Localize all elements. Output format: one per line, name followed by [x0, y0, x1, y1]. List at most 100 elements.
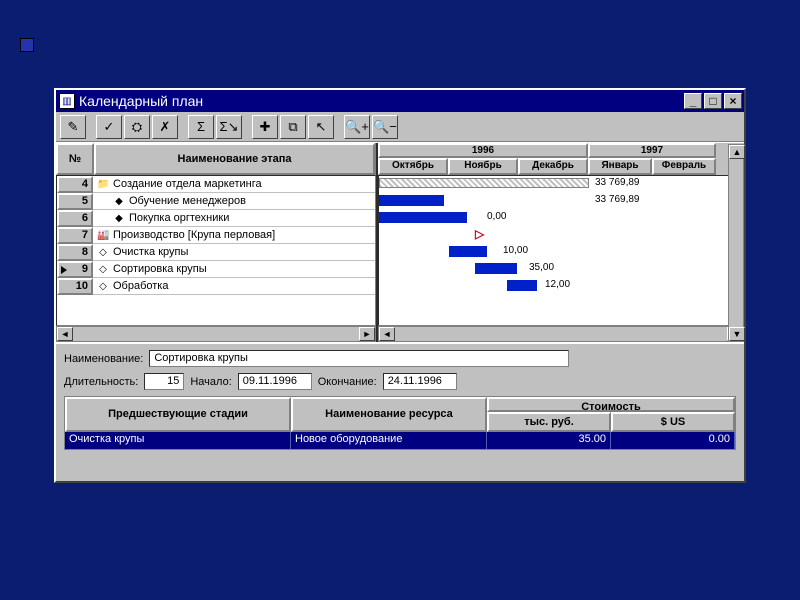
col-number[interactable]: № [56, 143, 94, 175]
titlebar[interactable]: ▥ Календарный план _ □ × [56, 90, 744, 112]
col-cost[interactable]: Стоимость [487, 397, 735, 412]
cell-rub: 35.00 [487, 432, 611, 449]
row-number: 6 [57, 210, 93, 227]
slide-bullet [20, 38, 34, 52]
label-start: Начало: [190, 376, 231, 388]
task-grid: № Наименование этапа 4📁Создание отдела м… [56, 143, 376, 342]
row-number: 5 [57, 193, 93, 210]
pointer-icon[interactable]: ↖ [308, 115, 334, 139]
group-icon[interactable]: ⧉ [280, 115, 306, 139]
scroll-left-icon[interactable]: ◄ [57, 327, 73, 341]
minimize-button[interactable]: _ [684, 93, 702, 109]
gantt-row[interactable]: ▷ [379, 227, 743, 244]
table-row[interactable]: 5◆Обучение менеджеров [57, 193, 375, 210]
scroll-up-icon[interactable]: ▲ [729, 145, 745, 159]
add-icon[interactable]: ✚ [252, 115, 278, 139]
gantt-row[interactable]: 35,00 [379, 261, 743, 278]
app-icon: ▥ [59, 93, 75, 109]
task-rows[interactable]: 4📁Создание отдела маркетинга5◆Обучение м… [56, 175, 376, 326]
row-type-icon: ◇ [97, 264, 109, 275]
zoom-in-icon[interactable]: 🔍+ [344, 115, 370, 139]
table-row[interactable]: 6◆Покупка оргтехники [57, 210, 375, 227]
gantt-value: 10,00 [503, 245, 528, 256]
gantt-row[interactable]: 10,00 [379, 244, 743, 261]
row-number: 4 [57, 176, 93, 193]
gantt-bar[interactable] [449, 246, 487, 257]
label-name: Наименование: [64, 353, 143, 365]
zoom-out-icon[interactable]: 🔍− [372, 115, 398, 139]
start-field[interactable]: 09.11.1996 [238, 373, 312, 390]
row-number: 8 [57, 244, 93, 261]
delete-icon[interactable]: ✗ [152, 115, 178, 139]
sum-icon[interactable]: Σ [188, 115, 214, 139]
scroll-down-icon[interactable]: ▼ [729, 327, 745, 341]
gantt-value: 12,00 [545, 279, 570, 290]
chart-icon[interactable]: ⛭ [124, 115, 150, 139]
gantt-bar[interactable] [507, 280, 537, 291]
row-text: ◇Сортировка крупы [93, 261, 375, 278]
close-button[interactable]: × [724, 93, 742, 109]
gantt-bar[interactable] [475, 263, 517, 274]
work-area: № Наименование этапа 4📁Создание отдела м… [56, 142, 744, 342]
table-row[interactable]: 10◇Обработка [57, 278, 375, 295]
window-title: Календарный план [79, 93, 682, 109]
year-header: 1997 [588, 143, 716, 158]
month-header: Декабрь [518, 158, 588, 175]
gantt-row[interactable]: 12,00 [379, 278, 743, 295]
gantt-years: 19961997 [378, 143, 744, 158]
gantt-bar[interactable] [379, 178, 589, 188]
resource-row[interactable]: Очистка крупы Новое оборудование 35.00 0… [65, 432, 735, 449]
table-row[interactable]: 4📁Создание отдела маркетинга [57, 176, 375, 193]
row-text: ◇Обработка [93, 278, 375, 295]
milestone-icon: ▷ [475, 227, 484, 241]
gantt-bar[interactable] [379, 195, 444, 206]
row-type-icon: 🏭 [97, 230, 109, 241]
label-duration: Длительность: [64, 376, 138, 388]
gantt-row[interactable]: 0,00 [379, 210, 743, 227]
col-stage-name[interactable]: Наименование этапа [94, 143, 375, 175]
gantt-months: ОктябрьНоябрьДекабрьЯнварьФевраль [378, 158, 744, 175]
col-resource[interactable]: Наименование ресурса [291, 397, 487, 432]
col-cost-rub[interactable]: тыс. руб. [487, 412, 611, 432]
cell-predecessor: Очистка крупы [65, 432, 291, 449]
row-number: 9 [57, 261, 93, 278]
row-text: ◆Обучение менеджеров [93, 193, 375, 210]
edit-icon[interactable]: ✎ [60, 115, 86, 139]
h-scrollbar-right[interactable]: ◄ ► [378, 326, 744, 342]
month-header: Октябрь [378, 158, 448, 175]
name-field[interactable]: Сортировка крупы [149, 350, 569, 367]
duration-field[interactable]: 15 [144, 373, 184, 390]
sum2-icon[interactable]: Σ↘ [216, 115, 242, 139]
row-type-icon: ◇ [97, 247, 109, 258]
row-text: ◆Покупка оргтехники [93, 210, 375, 227]
col-cost-usd[interactable]: $ US [611, 412, 735, 432]
col-predecessors[interactable]: Предшествующие стадии [65, 397, 291, 432]
table-row[interactable]: 8◇Очистка крупы [57, 244, 375, 261]
table-row[interactable]: 7🏭Производство [Крупа перловая] [57, 227, 375, 244]
gantt-bar[interactable] [379, 212, 467, 223]
details-panel: Наименование: Сортировка крупы Длительно… [56, 342, 744, 454]
h-scrollbar-left[interactable]: ◄ ► [56, 326, 376, 342]
row-text: 🏭Производство [Крупа перловая] [93, 227, 375, 244]
cell-resource: Новое оборудование [291, 432, 487, 449]
v-scrollbar[interactable]: ▲ ▼ [728, 144, 744, 342]
row-number: 10 [57, 278, 93, 295]
check-icon[interactable]: ✓ [96, 115, 122, 139]
gantt-value: 33 769,89 [595, 177, 640, 188]
gantt-value: 0,00 [487, 211, 506, 222]
gantt-body[interactable]: 33 769,89 33 769,89 0,00▷ 10,0035,00 12,00 [378, 175, 744, 326]
gantt-row[interactable]: 33 769,89 [379, 176, 743, 193]
end-field[interactable]: 24.11.1996 [383, 373, 457, 390]
gantt-value: 35,00 [529, 262, 554, 273]
scroll-left-icon[interactable]: ◄ [379, 327, 395, 341]
gantt-row[interactable]: 33 769,89 [379, 193, 743, 210]
maximize-button[interactable]: □ [704, 93, 722, 109]
row-type-icon: 📁 [97, 179, 109, 190]
scroll-right-icon[interactable]: ► [359, 327, 375, 341]
gantt-value: 33 769,89 [595, 194, 640, 205]
row-number: 7 [57, 227, 93, 244]
month-header: Февраль [652, 158, 716, 175]
table-row[interactable]: 9◇Сортировка крупы [57, 261, 375, 278]
app-window: ▥ Календарный план _ □ × ✎ ✓ ⛭ ✗ Σ Σ↘ ✚ … [54, 88, 746, 483]
row-type-icon: ◆ [113, 196, 125, 207]
